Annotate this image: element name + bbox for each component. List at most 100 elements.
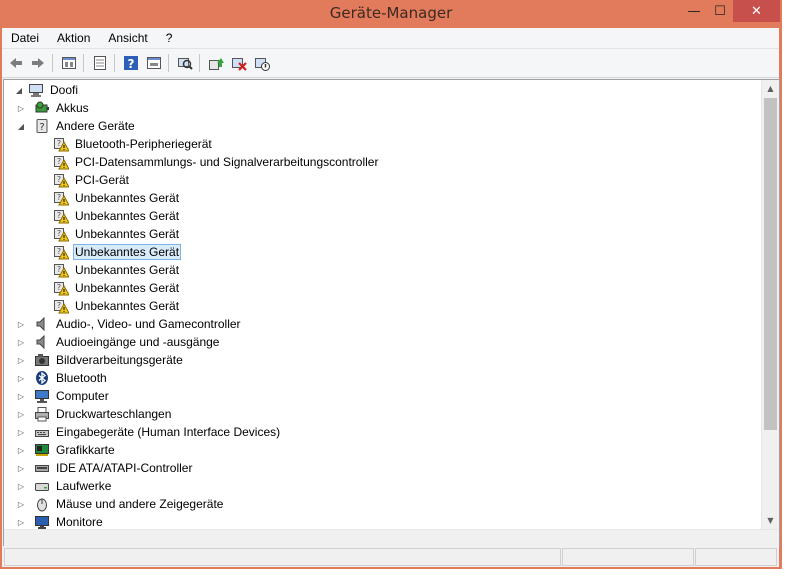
warning-device-icon: ? bbox=[53, 208, 70, 224]
tree-expander-collapsed[interactable]: ▷ bbox=[16, 319, 26, 329]
speaker-icon bbox=[34, 334, 50, 350]
show-hide-icon[interactable] bbox=[90, 53, 110, 73]
background-window-edge bbox=[782, 0, 796, 583]
back-icon[interactable] bbox=[6, 53, 26, 73]
tree-node-label: Bluetooth bbox=[56, 371, 107, 385]
status-bar bbox=[2, 546, 779, 567]
tree-node[interactable]: ▷ Laufwerke bbox=[18, 477, 113, 495]
vertical-scroll-thumb[interactable] bbox=[764, 98, 777, 430]
tree-node[interactable]: ▷ Grafikkarte bbox=[18, 441, 117, 459]
tree-node-label: Druckwarteschlangen bbox=[56, 407, 172, 421]
update-driver-icon[interactable] bbox=[206, 53, 226, 73]
maximize-button[interactable]: ☐ bbox=[707, 0, 733, 22]
svg-text:?: ? bbox=[128, 57, 135, 71]
menu-help[interactable]: ? bbox=[157, 31, 182, 45]
device-manager-window: Geräte-Manager — ☐ ✕ Datei Aktion Ansich… bbox=[0, 0, 782, 569]
tree-expander-collapsed[interactable]: ▷ bbox=[16, 481, 26, 491]
uninstall-icon[interactable] bbox=[229, 53, 249, 73]
tree-node[interactable]: ? Unbekanntes Gerät bbox=[53, 189, 181, 207]
tree-expander-collapsed[interactable]: ▷ bbox=[16, 445, 26, 455]
tree-expander-collapsed[interactable]: ▷ bbox=[16, 391, 26, 401]
tree-expander-collapsed[interactable]: ▷ bbox=[16, 427, 26, 437]
tree-node[interactable]: ? PCI-Datensammlungs- und Signalverarbeit… bbox=[53, 153, 380, 171]
tree-node-label: Eingabegeräte (Human Interface Devices) bbox=[56, 425, 281, 439]
tree-node[interactable]: ? Unbekanntes Gerät bbox=[53, 207, 181, 225]
warning-device-icon: ? bbox=[53, 172, 70, 188]
tree-node[interactable]: ▷ Bluetooth bbox=[18, 369, 109, 387]
tree-expander-collapsed[interactable]: ▷ bbox=[16, 103, 26, 113]
tree-node-label: Unbekanntes Gerät bbox=[75, 263, 180, 277]
toolbar-separator bbox=[199, 54, 200, 72]
tree-node-label: Unbekanntes Gerät bbox=[75, 299, 180, 313]
horizontal-scrollbar[interactable] bbox=[4, 529, 779, 546]
tree-expander-collapsed[interactable]: ▷ bbox=[16, 499, 26, 509]
tree-node[interactable]: ? Unbekanntes Gerät bbox=[53, 225, 181, 243]
tree-expander-collapsed[interactable]: ▷ bbox=[16, 463, 26, 473]
toolbar-separator bbox=[52, 54, 53, 72]
battery-icon bbox=[34, 100, 50, 116]
tree-node[interactable]: ? Unbekanntes Gerät bbox=[53, 279, 181, 297]
properties-view-icon[interactable] bbox=[59, 53, 79, 73]
svg-text:?: ? bbox=[57, 229, 61, 238]
tree-node-label: PCI-Gerät bbox=[75, 173, 130, 187]
tree-node-label: Audioeingänge und -ausgänge bbox=[56, 335, 220, 349]
tree-node-label: Andere Geräte bbox=[56, 119, 135, 133]
title-bar[interactable]: Geräte-Manager — ☐ ✕ bbox=[0, 0, 782, 28]
tree-expander-expanded[interactable]: ◢ bbox=[14, 85, 24, 95]
tree-node[interactable]: ? Unbekanntes Gerät bbox=[53, 261, 181, 279]
help-icon[interactable]: ? bbox=[121, 53, 141, 73]
tree-root[interactable]: ◢ Doofi bbox=[14, 81, 80, 99]
scroll-down-icon[interactable]: ▼ bbox=[762, 512, 779, 529]
tree-expander-collapsed[interactable]: ▷ bbox=[16, 337, 26, 347]
menu-datei[interactable]: Datei bbox=[2, 31, 48, 45]
warning-device-icon: ? bbox=[53, 244, 70, 260]
svg-text:?: ? bbox=[57, 157, 61, 166]
menu-aktion[interactable]: Aktion bbox=[48, 31, 99, 45]
close-button[interactable]: ✕ bbox=[733, 0, 780, 22]
tree-node[interactable]: ? Bluetooth-Peripheriegerät bbox=[53, 135, 214, 153]
disk-drive-icon bbox=[34, 478, 50, 494]
toolbar-separator bbox=[83, 54, 84, 72]
toolbar-separator bbox=[114, 54, 115, 72]
svg-text:?: ? bbox=[57, 247, 61, 256]
tree-expander-collapsed[interactable]: ▷ bbox=[16, 373, 26, 383]
tree-node[interactable]: ▷ Bildverarbeitungsgeräte bbox=[18, 351, 185, 369]
tree-node-label: Mäuse und andere Zeigegeräte bbox=[56, 497, 224, 511]
show-details-icon[interactable] bbox=[144, 53, 164, 73]
svg-text:?: ? bbox=[39, 122, 44, 133]
disable-device-icon[interactable] bbox=[252, 53, 272, 73]
speaker-icon bbox=[34, 316, 50, 332]
tree-node[interactable]: ▷ Computer bbox=[18, 387, 111, 405]
svg-text:?: ? bbox=[57, 175, 61, 184]
device-tree[interactable]: ◢ Doofi ▷ Akkus ◢? Andere Geräte ? Bluetooth-… bbox=[3, 79, 780, 547]
tree-node[interactable]: ▷ Eingabegeräte (Human Interface Devices) bbox=[18, 423, 282, 441]
scroll-up-icon[interactable]: ▲ bbox=[762, 80, 779, 97]
tree-node[interactable]: ? PCI-Gerät bbox=[53, 171, 131, 189]
status-pane-main bbox=[4, 548, 561, 566]
tree-node[interactable]: ▷ Audio-, Video- und Gamecontroller bbox=[18, 315, 243, 333]
tree-expander-collapsed[interactable]: ▷ bbox=[16, 355, 26, 365]
tree-expander-collapsed[interactable]: ▷ bbox=[16, 409, 26, 419]
tree-node-label: Audio-, Video- und Gamecontroller bbox=[56, 317, 241, 331]
tree-expander-expanded[interactable]: ◢ bbox=[16, 121, 26, 131]
tree-node[interactable]: ▷ Druckwarteschlangen bbox=[18, 405, 173, 423]
tree-node[interactable]: ? Unbekanntes Gerät bbox=[53, 297, 181, 315]
tree-node[interactable]: ▷ IDE ATA/ATAPI-Controller bbox=[18, 459, 194, 477]
toolbar-separator bbox=[168, 54, 169, 72]
warning-device-icon: ? bbox=[53, 280, 70, 296]
minimize-button[interactable]: — bbox=[681, 0, 707, 22]
tree-node[interactable]: ▷ Akkus bbox=[18, 99, 91, 117]
scan-hardware-icon[interactable] bbox=[175, 53, 195, 73]
svg-text:?: ? bbox=[57, 139, 61, 148]
tree-node[interactable]: ▷ Mäuse und andere Zeigegeräte bbox=[18, 495, 225, 513]
forward-icon[interactable] bbox=[28, 53, 48, 73]
svg-text:?: ? bbox=[57, 193, 61, 202]
tree-node-selected[interactable]: ? Unbekanntes Gerät bbox=[53, 243, 182, 261]
menu-bar: Datei Aktion Ansicht ? bbox=[2, 28, 779, 49]
ide-controller-icon bbox=[34, 460, 50, 476]
tree-node[interactable]: ▷ Audioeingänge und -ausgänge bbox=[18, 333, 221, 351]
vertical-scrollbar[interactable]: ▲ ▼ bbox=[761, 80, 779, 529]
tree-expander-collapsed[interactable]: ▷ bbox=[16, 517, 26, 527]
tree-node[interactable]: ◢? Andere Geräte bbox=[18, 117, 137, 135]
menu-ansicht[interactable]: Ansicht bbox=[99, 31, 156, 45]
